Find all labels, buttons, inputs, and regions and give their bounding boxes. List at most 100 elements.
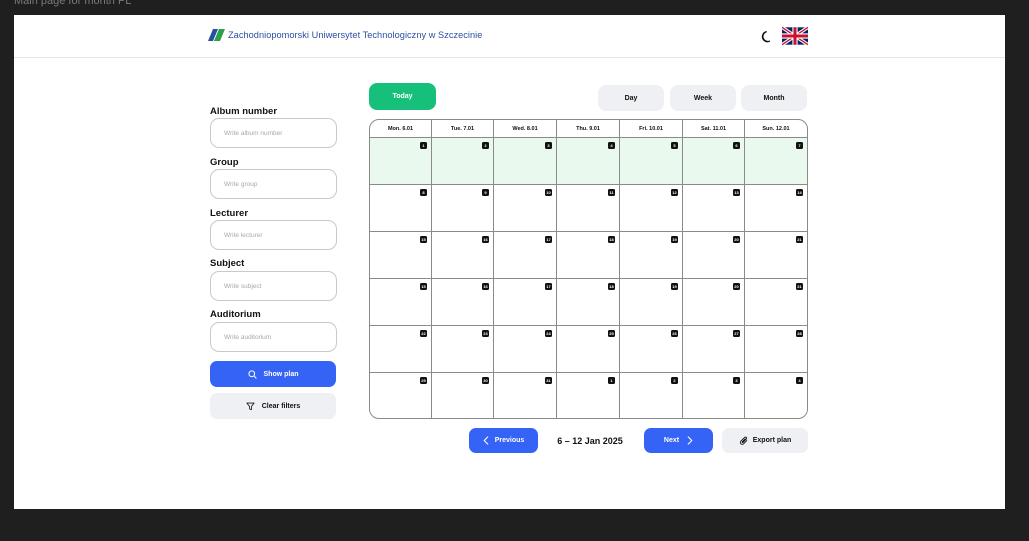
subject-input[interactable] <box>210 271 337 301</box>
day-number-badge: 22 <box>420 330 427 337</box>
moon-icon[interactable] <box>760 30 774 44</box>
export-plan-label: Export plan <box>752 437 792 444</box>
day-number-badge: 2 <box>482 142 489 149</box>
calendar-day-cell[interactable]: 23 <box>432 326 494 373</box>
lecturer-label: Lecturer <box>210 208 249 219</box>
uk-flag-icon[interactable] <box>782 26 808 46</box>
album-number-input[interactable] <box>210 118 337 148</box>
day-number-badge: 3 <box>545 142 552 149</box>
calendar-day-cell[interactable]: 20 <box>683 279 745 326</box>
calendar-day-cell[interactable]: 17 <box>494 279 557 326</box>
calendar-day-cell[interactable]: 27 <box>683 326 745 373</box>
show-plan-label: Show plan <box>263 370 299 378</box>
day-number-badge: 14 <box>796 189 803 196</box>
calendar-day-cell[interactable]: 26 <box>620 326 683 373</box>
calendar-day-cell[interactable]: 6 <box>683 138 745 185</box>
day-number-badge: 15 <box>420 283 427 290</box>
calendar-day-cell[interactable]: 24 <box>494 326 557 373</box>
calendar-day-cell[interactable]: 22 <box>370 326 432 373</box>
clear-filters-button[interactable]: Clear filters <box>210 393 336 419</box>
chevron-left-icon <box>483 436 489 445</box>
day-header: Mon. 6.01 <box>370 120 432 138</box>
group-label: Group <box>210 157 239 168</box>
day-header: Sun. 12.01 <box>745 120 807 138</box>
calendar-day-cell[interactable]: 25 <box>557 326 620 373</box>
day-number-badge: 3 <box>733 377 740 384</box>
calendar-day-cell[interactable]: 15 <box>370 232 432 279</box>
calendar-day-cell[interactable]: 4 <box>557 138 620 185</box>
export-plan-button[interactable]: Export plan <box>722 428 808 453</box>
day-header: Thu. 9.01 <box>557 120 620 138</box>
calendar-day-cell[interactable]: 16 <box>432 279 494 326</box>
calendar-day-cell[interactable]: 1 <box>370 138 432 185</box>
calendar-day-cell[interactable]: 20 <box>683 232 745 279</box>
day-number-badge: 29 <box>420 377 427 384</box>
group-input[interactable] <box>210 169 337 199</box>
calendar-day-cell[interactable]: 29 <box>370 373 432 418</box>
view-month-button[interactable]: Month <box>741 85 807 111</box>
day-number-badge: 2 <box>671 377 678 384</box>
day-number-badge: 1 <box>608 377 615 384</box>
calendar-day-cell[interactable]: 2 <box>620 373 683 418</box>
calendar-day-cell[interactable]: 5 <box>620 138 683 185</box>
day-number-badge: 9 <box>482 189 489 196</box>
calendar-day-cell[interactable]: 7 <box>745 138 807 185</box>
calendar-day-cell[interactable]: 21 <box>745 279 807 326</box>
previous-button[interactable]: Previous <box>469 428 538 453</box>
calendar-day-cell[interactable]: 19 <box>620 279 683 326</box>
university-logo[interactable]: Zachodniopomorski Uniwersytet Technologi… <box>208 29 482 41</box>
day-number-badge: 18 <box>608 236 615 243</box>
day-number-badge: 24 <box>545 330 552 337</box>
calendar-day-cell[interactable]: 2 <box>432 138 494 185</box>
calendar-day-cell[interactable]: 28 <box>745 326 807 373</box>
day-number-badge: 1 <box>420 142 427 149</box>
app-page: Zachodniopomorski Uniwersytet Technologi… <box>14 15 1005 509</box>
calendar-day-cell[interactable]: 9 <box>432 185 494 232</box>
day-number-badge: 15 <box>420 236 427 243</box>
clear-filters-label: Clear filters <box>261 402 301 410</box>
lecturer-input[interactable] <box>210 220 337 250</box>
calendar-day-cell[interactable]: 14 <box>745 185 807 232</box>
calendar-day-cell[interactable]: 4 <box>745 373 807 418</box>
view-week-button[interactable]: Week <box>670 85 736 111</box>
day-number-badge: 6 <box>733 142 740 149</box>
calendar-day-cell[interactable]: 3 <box>683 373 745 418</box>
paperclip-icon <box>739 436 747 445</box>
calendar-day-cell[interactable]: 17 <box>494 232 557 279</box>
calendar-day-cell[interactable]: 3 <box>494 138 557 185</box>
zut-logo-icon <box>208 29 225 41</box>
calendar-day-cell[interactable]: 21 <box>745 232 807 279</box>
calendar-day-cell[interactable]: 18 <box>557 232 620 279</box>
auditorium-input[interactable] <box>210 322 337 352</box>
calendar-day-cell[interactable]: 10 <box>494 185 557 232</box>
previous-label: Previous <box>494 437 525 444</box>
today-button[interactable]: Today <box>369 83 436 110</box>
filter-icon <box>246 402 255 410</box>
auditorium-label: Auditorium <box>210 309 261 320</box>
calendar-day-cell[interactable]: 16 <box>432 232 494 279</box>
day-number-badge: 11 <box>608 189 615 196</box>
calendar-day-cell[interactable]: 31 <box>494 373 557 418</box>
calendar-day-cell[interactable]: 8 <box>370 185 432 232</box>
calendar-day-cell[interactable]: 19 <box>620 232 683 279</box>
day-number-badge: 19 <box>671 283 678 290</box>
calendar-day-cell[interactable]: 11 <box>557 185 620 232</box>
day-number-badge: 25 <box>608 330 615 337</box>
show-plan-button[interactable]: Show plan <box>210 361 336 387</box>
day-number-badge: 10 <box>545 189 552 196</box>
calendar-day-cell[interactable]: 18 <box>557 279 620 326</box>
day-number-badge: 19 <box>671 236 678 243</box>
day-number-badge: 12 <box>671 189 678 196</box>
next-button[interactable]: Next <box>644 428 713 453</box>
calendar-day-cell[interactable]: 12 <box>620 185 683 232</box>
day-header: Sat. 11.01 <box>683 120 745 138</box>
day-number-badge: 27 <box>733 330 740 337</box>
view-day-button[interactable]: Day <box>598 85 664 111</box>
calendar-day-cell[interactable]: 1 <box>557 373 620 418</box>
day-number-badge: 26 <box>671 330 678 337</box>
calendar-day-cell[interactable]: 15 <box>370 279 432 326</box>
subject-label: Subject <box>210 258 245 269</box>
next-label: Next <box>663 437 680 444</box>
calendar-day-cell[interactable]: 30 <box>432 373 494 418</box>
calendar-day-cell[interactable]: 13 <box>683 185 745 232</box>
